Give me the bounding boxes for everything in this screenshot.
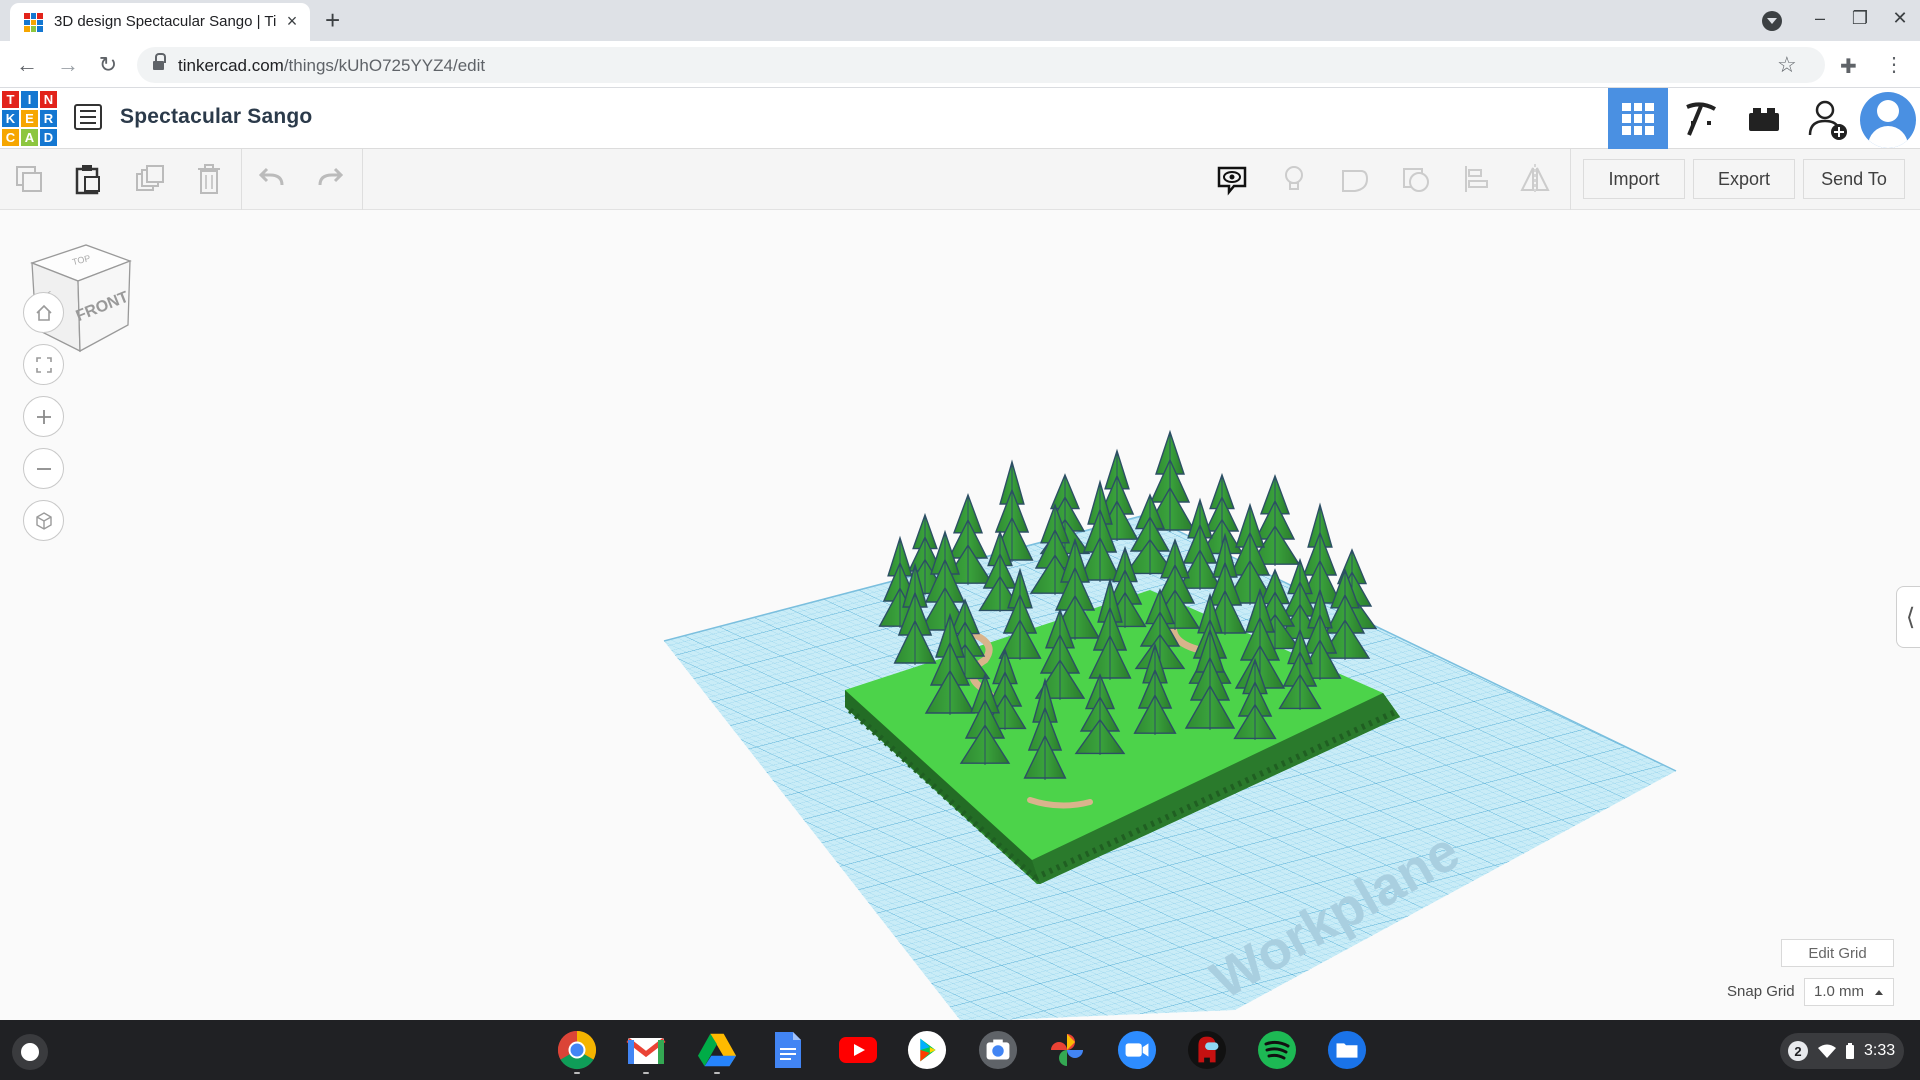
group-icon[interactable] [1337, 161, 1373, 197]
chevron-left-icon: ⟨ [1905, 603, 1916, 631]
paste-icon[interactable] [70, 161, 106, 197]
tab-close-icon[interactable]: × [282, 11, 302, 31]
logo-letter-k: K [2, 110, 19, 127]
mirror-icon[interactable] [1517, 161, 1553, 197]
show-all-icon[interactable] [1214, 161, 1250, 197]
tinkercad-favicon-icon [24, 13, 43, 32]
gmail-app-icon[interactable] [626, 1030, 666, 1074]
minimize-window-icon[interactable]: – [1808, 8, 1832, 29]
google-play-app-icon[interactable] [907, 1030, 947, 1070]
design-list-icon[interactable] [74, 104, 102, 130]
pickaxe-icon [1686, 101, 1716, 136]
google-photos-app-icon[interactable] [1047, 1030, 1087, 1070]
logo-letter-e: E [21, 110, 38, 127]
wifi-icon [1818, 1044, 1836, 1058]
lock-icon[interactable] [153, 53, 166, 71]
logo-letter-i: I [21, 91, 38, 108]
close-window-icon[interactable]: ✕ [1888, 8, 1912, 29]
logo-letter-d: D [40, 129, 57, 146]
browser-profile-menu-icon[interactable] [1762, 11, 1782, 31]
snap-grid-select[interactable]: 1.0 mm [1804, 978, 1894, 1006]
spotify-app-icon[interactable] [1257, 1030, 1297, 1070]
clock: 3:33 [1864, 1042, 1896, 1059]
chromeos-shelf: 2 3:33 [0, 1020, 1920, 1080]
chrome-app-icon[interactable] [557, 1030, 597, 1074]
logo-letter-r: R [40, 110, 57, 127]
zoom-app-icon[interactable] [1117, 1030, 1157, 1070]
google-docs-app-icon[interactable] [768, 1030, 808, 1070]
snap-grid-label: Snap Grid [1727, 983, 1795, 1000]
send-to-button[interactable]: Send To [1803, 159, 1905, 199]
workplane-viewport[interactable]: TOP LEFT FRONT [0, 210, 1920, 1020]
redo-icon[interactable] [312, 161, 348, 197]
copy-icon[interactable] [11, 161, 47, 197]
forward-icon[interactable]: → [53, 50, 83, 80]
address-bar[interactable]: tinkercad.com/things/kUhO725YYZ4/edit ☆ [137, 47, 1825, 83]
brick-icon [1749, 107, 1779, 131]
launcher-button[interactable] [12, 1034, 48, 1070]
invite-user-button[interactable] [1797, 88, 1857, 149]
user-avatar[interactable] [1860, 92, 1916, 148]
tab-title: 3D design Spectacular Sango | Ti [54, 13, 277, 30]
logo-letter-t: T [2, 91, 19, 108]
back-icon[interactable]: ← [12, 50, 42, 80]
delete-icon[interactable] [191, 161, 227, 197]
browser-tab[interactable]: 3D design Spectacular Sango | Ti × [10, 3, 310, 41]
status-tray[interactable]: 2 3:33 [1780, 1033, 1904, 1069]
import-button[interactable]: Import [1583, 159, 1685, 199]
restore-window-icon[interactable]: ❐ [1848, 8, 1872, 29]
browser-toolbar: ← → ↻ tinkercad.com/things/kUhO725YYZ4/e… [0, 41, 1920, 88]
new-tab-button[interactable]: + [325, 7, 340, 33]
bricks-view-button[interactable] [1734, 88, 1794, 149]
extensions-icon[interactable]: ✚ [1840, 54, 1857, 79]
browser-menu-icon[interactable]: ⋮ [1884, 52, 1904, 77]
edit-grid-button[interactable]: Edit Grid [1781, 939, 1894, 967]
add-user-icon [1808, 100, 1847, 140]
bookmark-star-icon[interactable]: ☆ [1777, 52, 1797, 78]
camera-app-icon[interactable] [978, 1030, 1018, 1070]
3d-design-view-button[interactable] [1608, 88, 1668, 149]
logo-letter-n: N [40, 91, 57, 108]
align-icon[interactable] [1458, 161, 1494, 197]
3d-scene[interactable]: Workplane [0, 210, 1920, 1020]
editor-toolbar: Import Export Send To [0, 149, 1920, 210]
notification-count-badge[interactable]: 2 [1788, 1041, 1808, 1061]
ungroup-icon[interactable] [1398, 161, 1434, 197]
codeblocks-view-button[interactable] [1671, 88, 1731, 149]
tinkercad-logo[interactable]: TIN KER CAD [2, 91, 57, 146]
notes-lightbulb-icon[interactable] [1276, 161, 1312, 197]
youtube-app-icon[interactable] [838, 1030, 878, 1070]
reload-icon[interactable]: ↻ [93, 50, 123, 80]
browser-tab-strip: 3D design Spectacular Sango | Ti × + – ❐… [0, 0, 1920, 41]
among-us-app-icon[interactable] [1187, 1030, 1227, 1070]
battery-icon [1846, 1043, 1854, 1059]
export-button[interactable]: Export [1693, 159, 1795, 199]
shapes-panel-toggle[interactable]: ⟨ [1896, 586, 1920, 648]
google-drive-app-icon[interactable] [697, 1030, 737, 1074]
files-app-icon[interactable] [1327, 1030, 1367, 1070]
logo-letter-a: A [21, 129, 38, 146]
design-title[interactable]: Spectacular Sango [120, 105, 312, 129]
logo-letter-c: C [2, 129, 19, 146]
url-text[interactable]: tinkercad.com/things/kUhO725YYZ4/edit [178, 56, 485, 76]
grid-icon [1622, 102, 1654, 135]
tinkercad-header: TIN KER CAD Spectacular Sango [0, 88, 1920, 149]
undo-icon[interactable] [254, 161, 290, 197]
duplicate-icon[interactable] [132, 161, 168, 197]
